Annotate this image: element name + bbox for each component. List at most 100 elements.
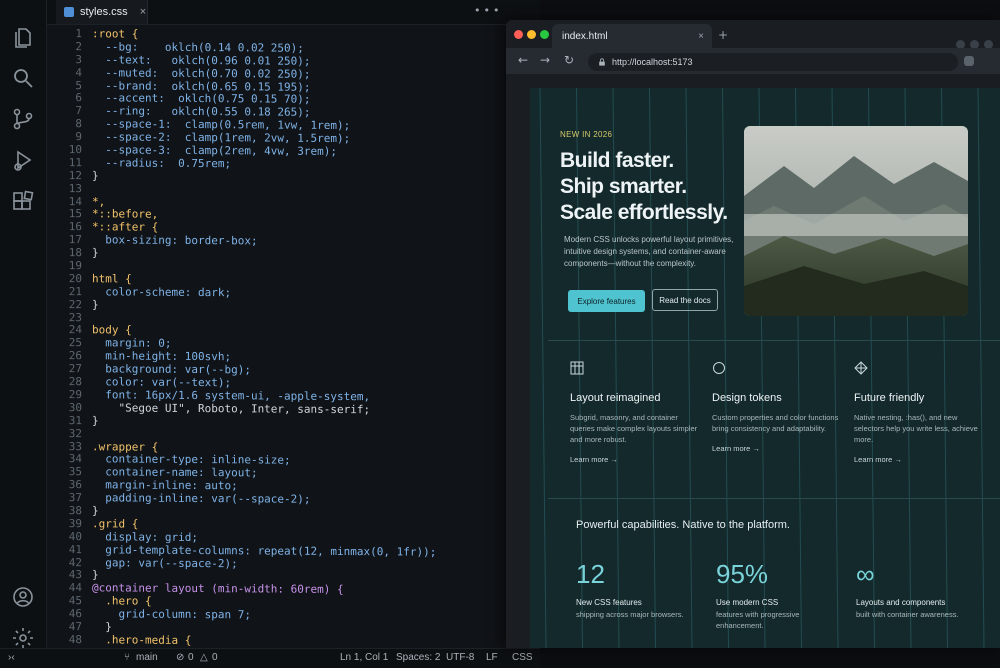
- browser-tab-label: index.html: [562, 30, 608, 42]
- diamond-icon: [854, 361, 868, 375]
- window-close-button[interactable]: [514, 30, 523, 39]
- browser-tab-index-html[interactable]: index.html ×: [552, 24, 712, 48]
- line-number: 5: [75, 78, 82, 92]
- close-icon[interactable]: ×: [140, 6, 146, 18]
- line-text: }: [92, 297, 99, 312]
- line-text: }: [92, 504, 99, 518]
- line-number: 3: [75, 52, 82, 66]
- feature-title: Future friendly: [854, 392, 925, 404]
- extension-icon[interactable]: [964, 56, 974, 66]
- line-text: grid-column: span 7;: [92, 607, 251, 622]
- line-number: 4: [75, 65, 82, 79]
- feature-description: Subgrid, masonry, and container queries …: [570, 413, 698, 444]
- language-mode[interactable]: CSS: [512, 652, 533, 663]
- line-ending[interactable]: LF: [486, 652, 498, 663]
- headline-line: Ship smarter.: [560, 175, 687, 198]
- page-viewport: NEW IN 2026 Build faster. Ship smarter. …: [530, 88, 1000, 648]
- landing-page: NEW IN 2026 Build faster. Ship smarter. …: [530, 88, 1000, 648]
- features-section: Layout reimagined Subgrid, masonry, and …: [548, 340, 1000, 491]
- window-maximize-button[interactable]: [540, 30, 549, 39]
- window-minimize-button[interactable]: [527, 30, 536, 39]
- learn-more-link[interactable]: Learn more →: [854, 455, 984, 464]
- code-editor: ‹ › styles.css × ••• 1:root {2 --b: [0, 0, 540, 668]
- stat-caption: features with progressive enhancement.: [716, 610, 800, 630]
- line-number: 39: [68, 516, 82, 531]
- browser-window: index.html × + ← → ↻ http://localhost:51…: [506, 20, 1000, 648]
- back-button[interactable]: ←: [518, 53, 528, 67]
- indentation[interactable]: Spaces: 2: [396, 652, 440, 663]
- search-icon[interactable]: [11, 66, 35, 90]
- stat-caption: shipping across major browsers.: [576, 610, 684, 619]
- line-number: 40: [68, 529, 82, 543]
- hero-headline: Build faster. Ship smarter. Scale effort…: [560, 148, 760, 226]
- account-icon[interactable]: [11, 585, 35, 609]
- forward-button[interactable]: →: [540, 53, 550, 67]
- extensions-icon[interactable]: [11, 190, 35, 214]
- more-actions-icon[interactable]: •••: [474, 4, 502, 17]
- branch-name[interactable]: main: [136, 652, 158, 663]
- settings-gear-icon[interactable]: [11, 626, 35, 650]
- error-icon: ⊘: [176, 652, 185, 663]
- line-number: 22: [68, 297, 82, 311]
- hero-description: Modern CSS unlocks powerful layout primi…: [564, 235, 734, 268]
- reload-button[interactable]: ↻: [564, 53, 574, 67]
- capabilities-title: Powerful capabilities. Native to the pla…: [576, 519, 790, 531]
- line-number: 12: [68, 168, 82, 183]
- branch-icon: ⑂: [124, 652, 130, 663]
- line-number: 21: [68, 284, 82, 299]
- line-text: }: [92, 169, 99, 183]
- line-text: gap: var(--space-2);: [92, 555, 238, 570]
- line-number: 6: [75, 91, 82, 105]
- status-bar: ›‹ ⑂ main ⊘ 0 △ 0 Ln 1, Col 1 Spaces: 2 …: [0, 648, 540, 668]
- line-text: "Segoe UI", Roboto, Inter, sans-serif;: [92, 401, 371, 417]
- line-number: 41: [68, 542, 82, 556]
- feature-title: Layout reimagined: [570, 392, 661, 404]
- feature-card: Layout reimagined Subgrid, masonry, and …: [570, 361, 700, 464]
- feature-card: Design tokens Custom properties and colo…: [712, 361, 842, 453]
- new-tab-button[interactable]: +: [718, 28, 728, 42]
- error-count[interactable]: 0: [188, 652, 194, 663]
- run-debug-icon[interactable]: [11, 148, 35, 172]
- feature-description: Custom properties and color functions br…: [712, 413, 839, 433]
- line-number: 8: [75, 117, 82, 131]
- stat-label: Layouts and components: [856, 598, 946, 607]
- code-area[interactable]: 1:root {2 --bg: oklch(0.14 0.02 250); 3 -…: [52, 27, 532, 663]
- activity-bar: [0, 0, 47, 667]
- hero-image-mountains: [744, 126, 968, 316]
- close-icon[interactable]: ×: [698, 31, 704, 42]
- explore-features-button[interactable]: Explore features: [568, 290, 645, 312]
- warning-count[interactable]: 0: [212, 652, 218, 663]
- line-number: 7: [75, 104, 82, 118]
- css-file-icon: [64, 7, 74, 17]
- stat-value: 95%: [716, 559, 769, 589]
- remote-icon[interactable]: ›‹: [8, 652, 15, 663]
- line-number: 2: [75, 40, 82, 54]
- line-number: 32: [68, 426, 82, 440]
- line-number: 29: [68, 388, 82, 402]
- address-bar[interactable]: http://localhost:5173: [588, 53, 958, 71]
- line-text: color-scheme: dark;: [92, 285, 232, 300]
- url-text: http://localhost:5173: [612, 57, 693, 67]
- cursor-position[interactable]: Ln 1, Col 1: [340, 652, 388, 663]
- editor-tab-label: styles.css: [80, 6, 128, 18]
- feature-card: Future friendly Native nesting, :has(), …: [854, 361, 984, 464]
- line-text: padding-inline: var(--space-2);: [92, 491, 311, 506]
- learn-more-link[interactable]: Learn more →: [570, 455, 700, 464]
- stat-block: 95% Use modern CSS features with progres…: [716, 559, 836, 631]
- learn-more-link[interactable]: Learn more →: [712, 444, 842, 453]
- capabilities-section: Powerful capabilities. Native to the pla…: [548, 498, 1000, 648]
- read-docs-button[interactable]: Read the docs: [652, 289, 718, 311]
- stat-block: 12 New CSS features shipping across majo…: [576, 559, 696, 620]
- stat-value: 12: [576, 559, 605, 589]
- editor-tab-styles-css[interactable]: styles.css ×: [56, 0, 148, 24]
- eyebrow-label: NEW IN 2026: [560, 130, 613, 139]
- line-number: 30: [68, 400, 82, 415]
- encoding[interactable]: UTF-8: [446, 652, 474, 663]
- stat-block: ∞ Layouts and components built with cont…: [856, 559, 976, 620]
- stat-caption: built with container awareness.: [856, 610, 959, 619]
- files-icon[interactable]: [11, 26, 35, 50]
- circle-icon: [713, 362, 725, 374]
- headline-line: Scale effortlessly.: [560, 201, 728, 224]
- source-control-icon[interactable]: [11, 107, 35, 131]
- line-text: box-sizing: border-box;: [92, 233, 258, 248]
